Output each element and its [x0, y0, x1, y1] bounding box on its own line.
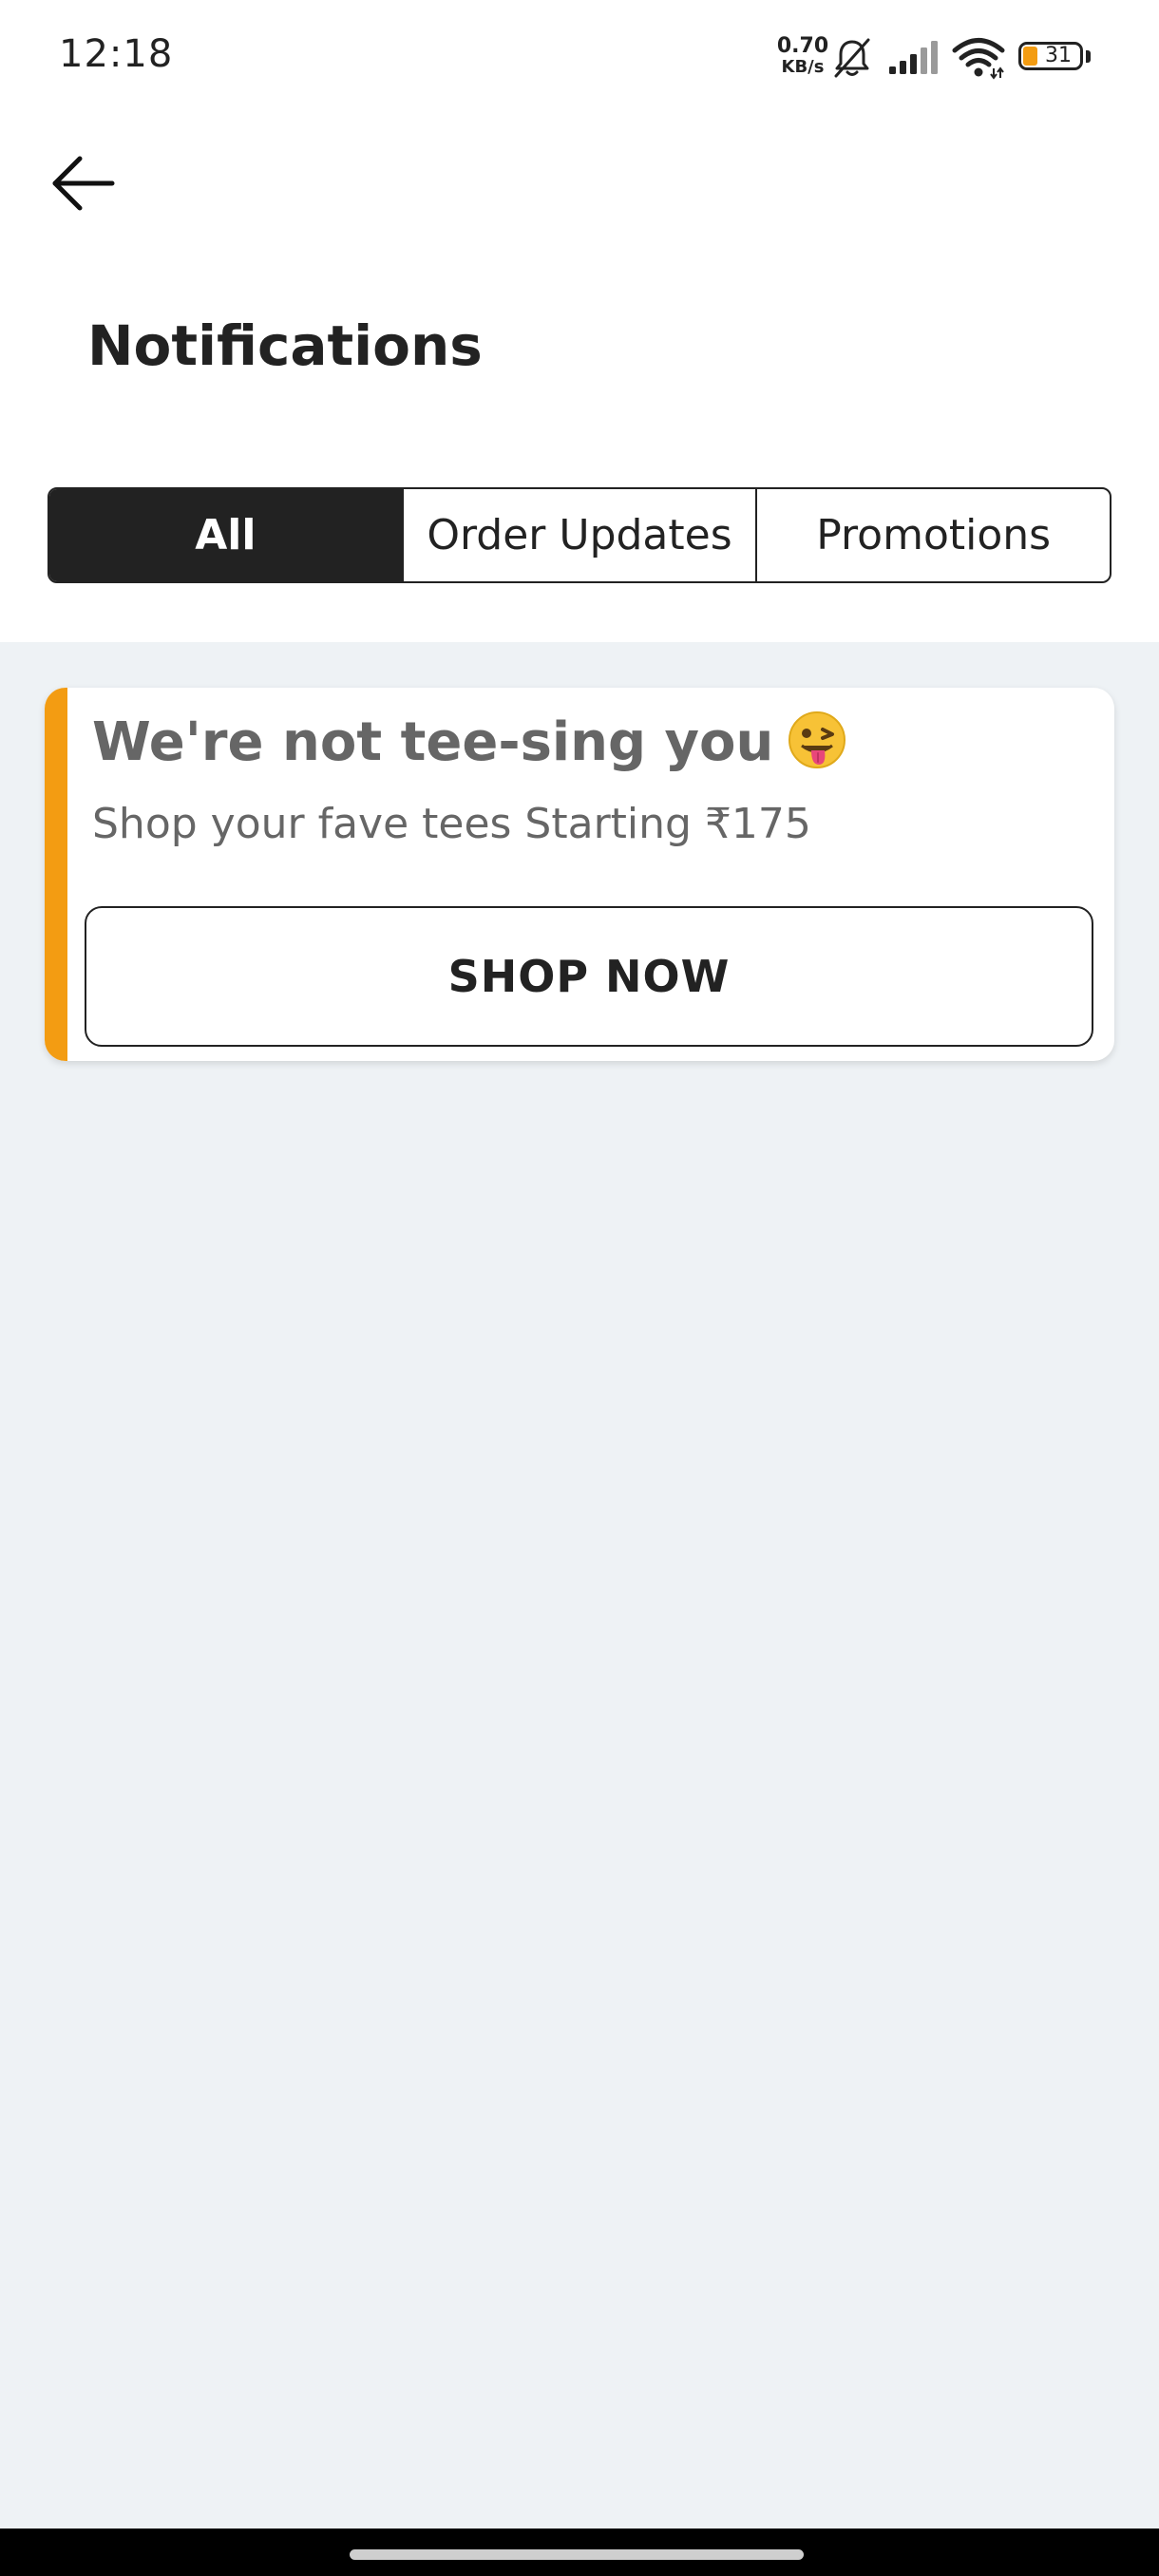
header-area: 12:18 0.70 KB/s 31 Notifications All Ord…: [0, 0, 1159, 642]
status-bar: 12:18 0.70 KB/s 31: [0, 0, 1159, 114]
notification-card: We're not tee-sing you Shop your fave te…: [45, 688, 1114, 1061]
tab-order-updates[interactable]: Order Updates: [401, 489, 756, 581]
winking-face-with-tongue-icon: [788, 710, 846, 768]
shop-now-button[interactable]: SHOP NOW: [85, 906, 1093, 1047]
battery-level: 31: [1045, 44, 1072, 67]
back-button[interactable]: [38, 142, 128, 223]
notification-subtitle: Shop your fave tees Starting ₹175: [92, 800, 811, 848]
page-title: Notifications: [87, 313, 483, 378]
signal-icon: [889, 41, 938, 74]
notification-tabs: All Order Updates Promotions: [48, 487, 1112, 583]
card-accent-bar: [45, 688, 67, 1061]
notification-title: We're not tee-sing you: [92, 710, 847, 776]
network-speed-unit: KB/s: [781, 57, 825, 77]
status-time: 12:18: [59, 32, 174, 76]
battery-icon: 31: [1018, 42, 1092, 74]
wifi-icon: [952, 38, 1005, 80]
tab-promotions[interactable]: Promotions: [755, 489, 1110, 581]
home-indicator[interactable]: [350, 2549, 804, 2560]
bell-muted-icon: [834, 38, 870, 78]
arrow-left-icon: [52, 156, 114, 210]
navigation-bar: [0, 2529, 1159, 2576]
notification-title-text: We're not tee-sing you: [92, 711, 774, 773]
network-speed: 0.70 KB/s: [770, 36, 836, 78]
tab-all[interactable]: All: [49, 489, 402, 581]
network-speed-value: 0.70: [776, 34, 829, 58]
